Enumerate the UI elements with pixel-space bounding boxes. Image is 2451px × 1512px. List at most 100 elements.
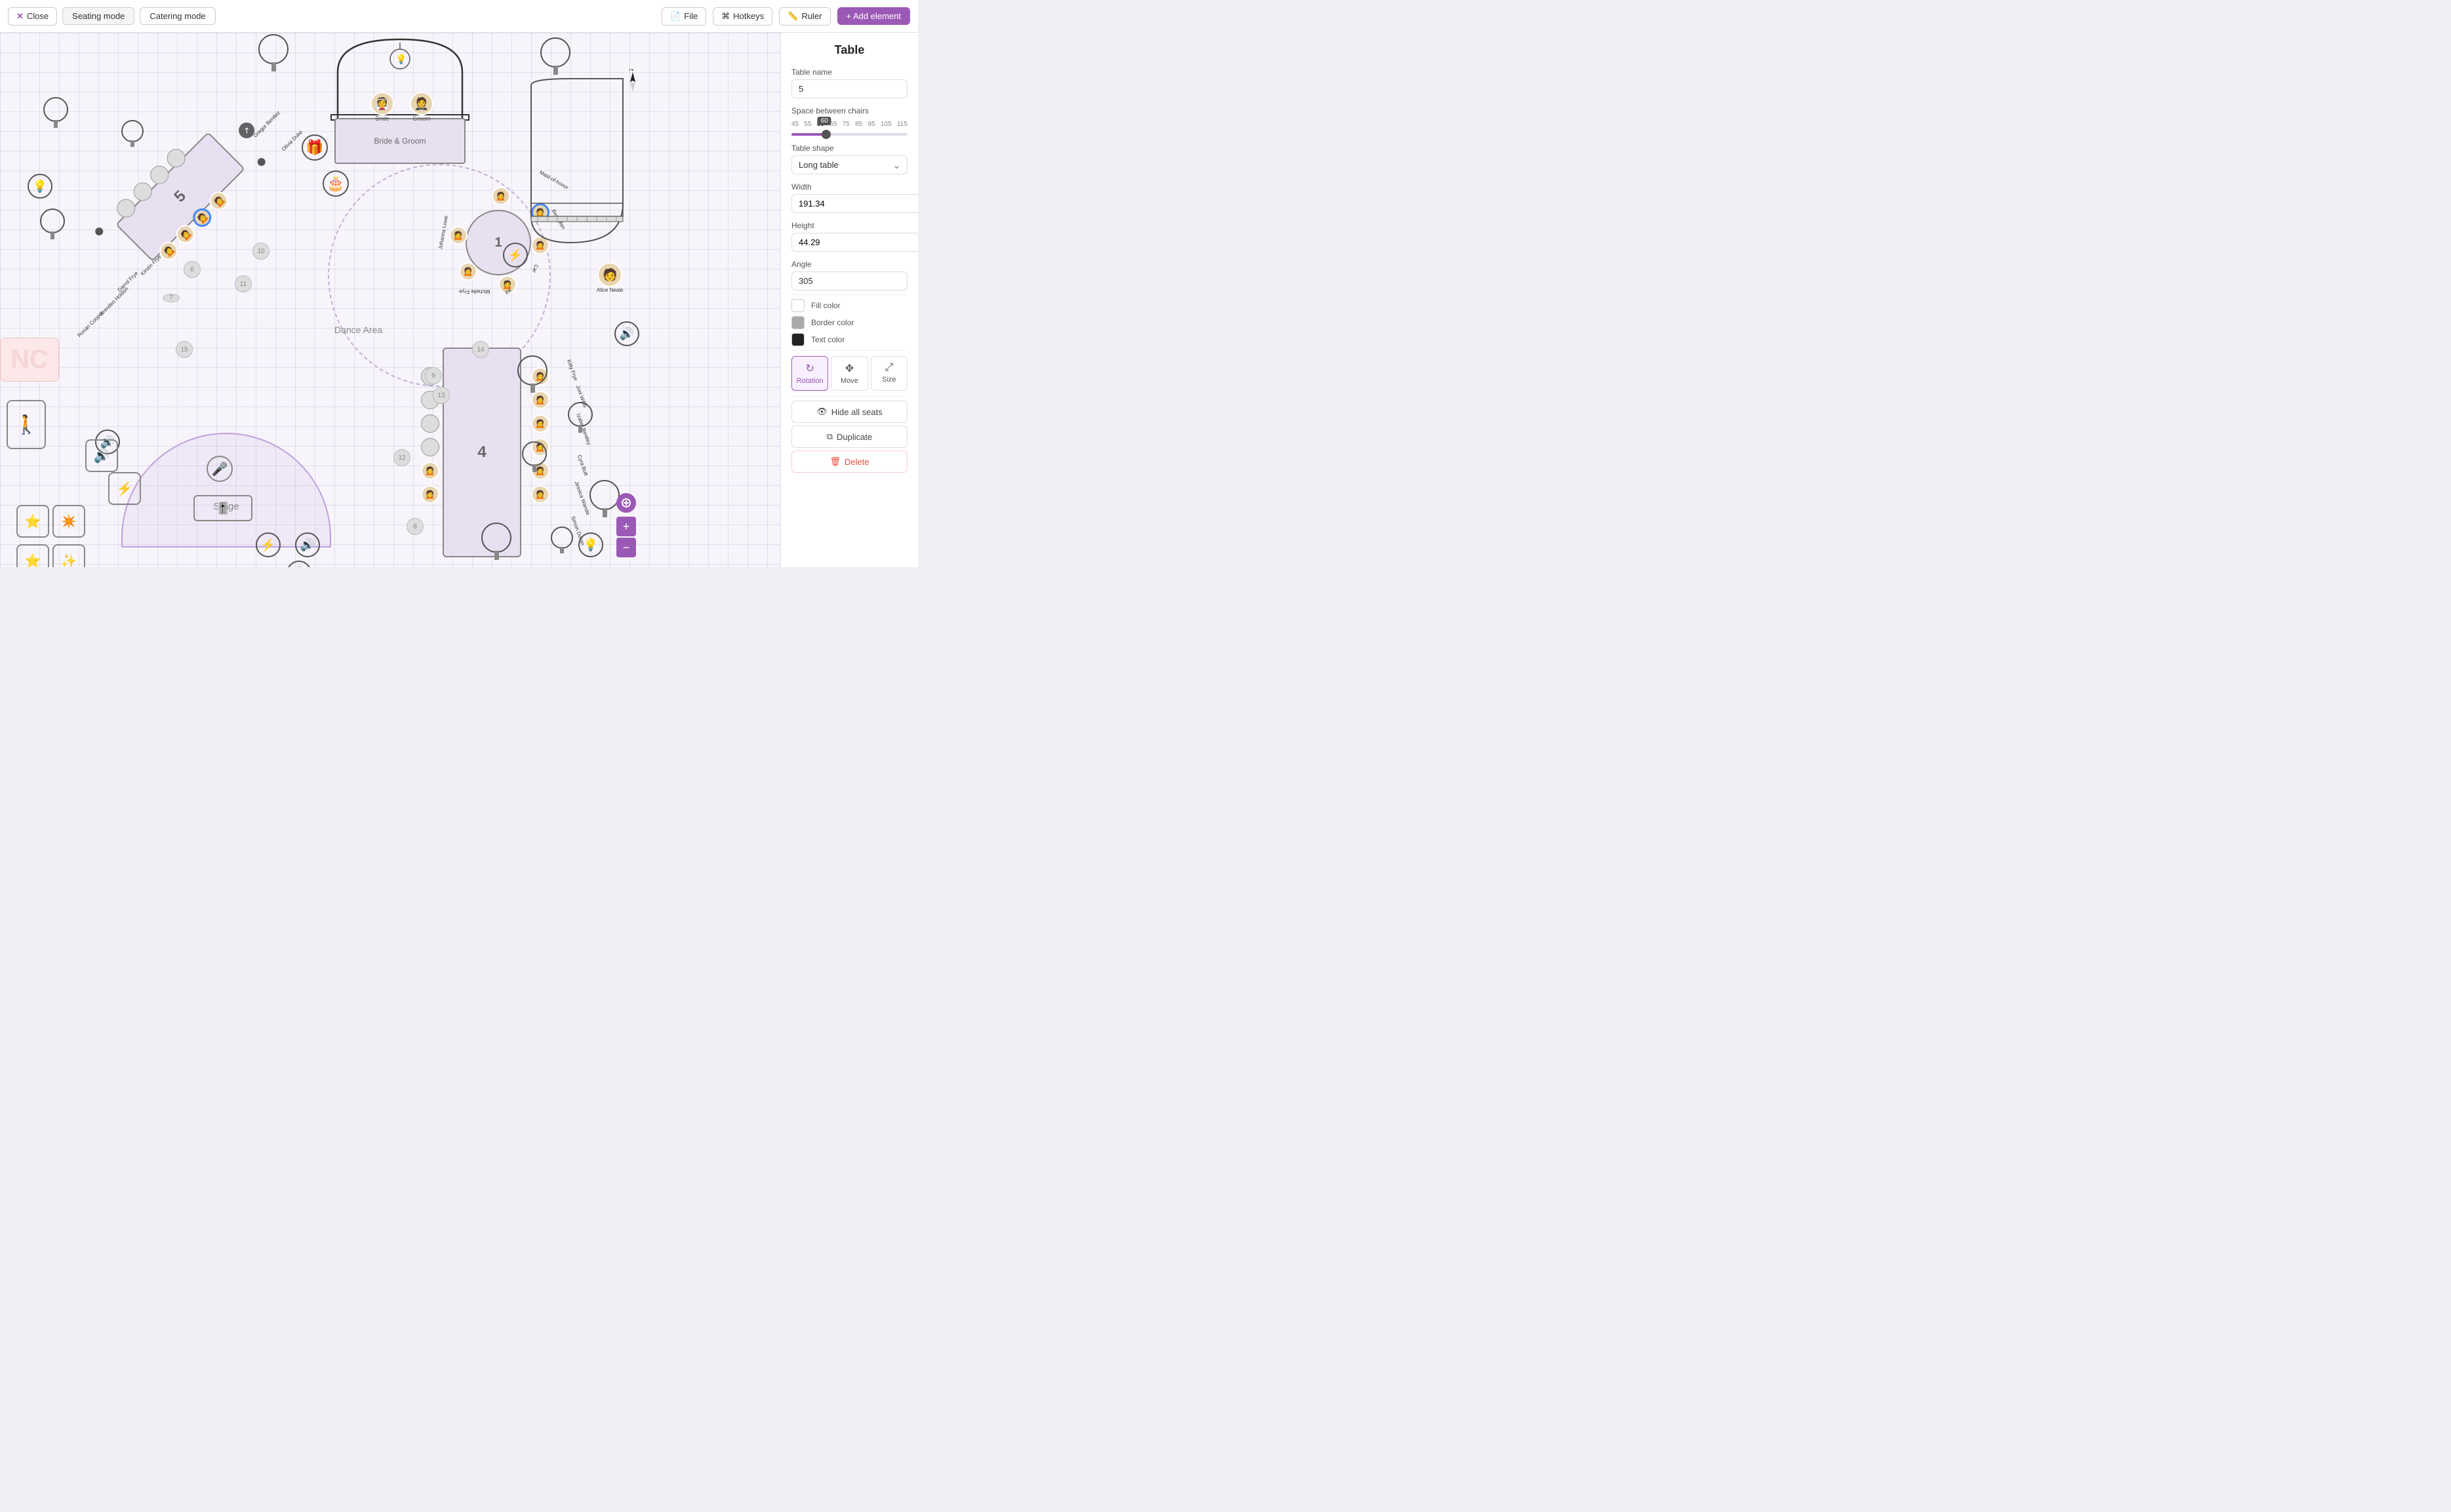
right-panel: Table Table name Space between chairs 45…	[780, 33, 918, 567]
seat-number-12: 12	[393, 449, 410, 466]
width-input[interactable]	[791, 194, 918, 213]
delete-button[interactable]: 🗑 Delete	[791, 450, 907, 473]
border-color-swatch	[791, 316, 805, 329]
duplicate-icon: ⧉	[827, 431, 833, 442]
border-color-row[interactable]: Border color	[791, 316, 907, 329]
tree-11	[479, 521, 515, 564]
divider-3	[791, 396, 907, 397]
hotkeys-button[interactable]: ⌘ Hotkeys	[713, 7, 772, 26]
text-color-row[interactable]: Text color	[791, 333, 907, 346]
hotkeys-label: Hotkeys	[733, 11, 764, 21]
actions-grid: ↻ Rotation ✥ Move ⤢ Size	[791, 356, 907, 391]
bride-groom-surface: Bride & Groom	[334, 118, 466, 164]
border-color-label: Border color	[811, 318, 854, 327]
add-element-button[interactable]: + Add element	[837, 7, 910, 25]
fill-color-row[interactable]: Fill color	[791, 299, 907, 312]
seat-number-8: 8	[407, 518, 424, 535]
close-icon: ✕	[16, 11, 24, 22]
width-label: Width	[791, 182, 907, 191]
divider-1	[791, 294, 907, 295]
tree-1	[256, 33, 292, 75]
ruler-button[interactable]: 📏 Ruler	[779, 7, 830, 26]
speaker-right-mid: 🔊	[614, 321, 639, 346]
outlet-right: ⚡	[503, 243, 528, 268]
move-icon: ✥	[845, 362, 854, 375]
angle-label: Angle	[791, 260, 907, 269]
angle-input[interactable]	[791, 271, 907, 290]
hide-seats-icon: 👁	[816, 407, 827, 417]
table-shape-select-wrapper: Long table	[791, 155, 907, 174]
stage-area: Stage 🎤 🎚️ 🔊 🔊	[121, 397, 331, 547]
zoom-in-button[interactable]: +	[616, 517, 636, 536]
delete-label: Delete	[845, 457, 869, 467]
move-label: Move	[841, 377, 858, 385]
fill-color-label: Fill color	[811, 301, 841, 310]
size-button[interactable]: ⤢ Size	[871, 356, 907, 391]
height-input[interactable]	[791, 233, 918, 252]
seat-number-10: 10	[252, 243, 269, 260]
seating-mode-label: Seating mode	[72, 11, 125, 21]
space-slider-container: 45 55 60 65 75 85 95 105 115 60	[791, 121, 907, 136]
arch-decoration: 💡	[318, 33, 482, 125]
slider-track[interactable]: 60	[791, 133, 907, 136]
cake-icon: 🎂	[323, 170, 349, 197]
duplicate-button[interactable]: ⧉ Duplicate	[791, 426, 907, 448]
main-area: N 💡 🎁 🎂 👰 Bride	[0, 33, 918, 567]
tree-3	[39, 95, 72, 134]
file-icon: 📄	[670, 11, 681, 22]
duplicate-label: Duplicate	[837, 432, 872, 442]
ruler-label: Ruler	[801, 11, 822, 21]
table-1-label: 1	[494, 235, 502, 250]
fill-color-swatch	[791, 299, 805, 312]
groom-label: Groom	[410, 115, 433, 122]
size-icon: ⤢	[885, 362, 893, 374]
rotation-icon: ↻	[805, 362, 814, 375]
seat-number-11: 11	[235, 275, 252, 292]
height-label: Height	[791, 221, 907, 230]
close-button[interactable]: ✕ Close	[8, 7, 57, 26]
tree-2	[538, 36, 574, 79]
bulb-left: 💡	[28, 174, 52, 199]
alice-neale-label: Alice Neale	[597, 287, 623, 293]
table-4-label: 4	[477, 443, 486, 462]
file-button[interactable]: 📄 File	[662, 7, 706, 26]
floor-icon-4: ✴️	[52, 505, 85, 538]
outlet-icon-bottom: ⚡	[256, 532, 281, 557]
rotation-button[interactable]: ↻ Rotation	[791, 356, 828, 391]
slider-value: 60	[818, 117, 831, 125]
catering-mode-label: Catering mode	[149, 11, 205, 21]
hide-seats-label: Hide all seats	[831, 407, 883, 417]
seat-number-13: 13	[433, 387, 450, 404]
canvas[interactable]: N 💡 🎁 🎂 👰 Bride	[0, 33, 780, 567]
table-name-input[interactable]	[791, 79, 907, 98]
table-shape-label: Table shape	[791, 144, 907, 153]
space-label: Space between chairs	[791, 106, 907, 115]
seat-number-14: 14	[472, 341, 489, 358]
text-color-label: Text color	[811, 335, 845, 344]
floor-icon-5: ⭐	[16, 544, 49, 567]
file-label: File	[684, 11, 698, 21]
bride-groom-table[interactable]: 👰 Bride 🤵 Groom Bride & Groom	[334, 118, 466, 170]
move-button[interactable]: ✥ Move	[831, 356, 867, 391]
seat-number-7: 7	[163, 294, 180, 302]
size-label: Size	[882, 376, 896, 384]
nc-sign: NC	[0, 338, 59, 382]
zoom-out-button[interactable]: −	[616, 538, 636, 557]
catering-mode-button[interactable]: Catering mode	[140, 7, 215, 25]
seating-mode-button[interactable]: Seating mode	[62, 7, 134, 25]
tree-5	[118, 118, 148, 154]
height-input-group: Inches	[791, 233, 907, 252]
toolbar-right: 📄 File ⌘ Hotkeys 📏 Ruler + Add element	[662, 7, 910, 26]
piano	[518, 72, 636, 256]
width-input-group: Inches	[791, 194, 907, 213]
person-icon: 🚶	[7, 400, 46, 449]
table-shape-select[interactable]: Long table	[791, 155, 907, 174]
speaker-bottom: 🔊	[295, 532, 320, 557]
text-color-swatch	[791, 333, 805, 346]
hide-seats-button[interactable]: 👁 Hide all seats	[791, 401, 907, 423]
tree-6	[515, 354, 551, 397]
toolbar: ✕ Close Seating mode Catering mode 📄 Fil…	[0, 0, 918, 33]
ruler-icon: 📏	[787, 11, 798, 22]
zoom-controls: + −	[616, 493, 636, 557]
seat-number-6: 6	[184, 261, 201, 278]
